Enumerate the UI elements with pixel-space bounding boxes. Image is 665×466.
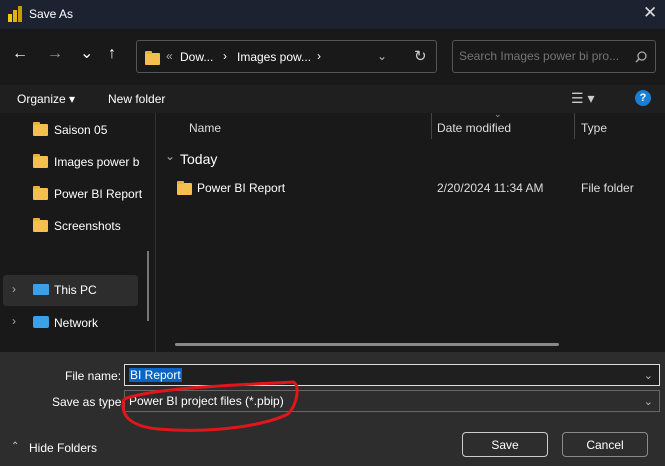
sidebar-item-label: Images power b xyxy=(54,155,140,169)
column-header-date-modified[interactable]: Date modified xyxy=(437,121,511,135)
breadcrumb-item[interactable]: Dow... xyxy=(180,50,213,64)
new-folder-button[interactable]: New folder xyxy=(108,92,165,106)
horizontal-scrollbar[interactable] xyxy=(175,343,559,346)
sidebar-item-label: Network xyxy=(54,316,99,330)
navigation-bar: ← → ⌄ ↑ « Dow... › Images pow... › ⌄ ↻ xyxy=(0,29,665,85)
power-bi-icon xyxy=(8,6,22,22)
sort-indicator-icon: ⌄ xyxy=(494,109,502,119)
sidebar-item-label: This PC xyxy=(54,283,97,297)
title-bar: Save As ✕ xyxy=(0,0,665,29)
search-box[interactable] xyxy=(452,40,656,73)
chevron-down-icon[interactable]: ⌄ xyxy=(644,395,653,408)
hide-folders-button[interactable]: Hide Folders xyxy=(29,441,97,455)
folder-icon xyxy=(177,180,192,195)
sidebar-scrollbar[interactable] xyxy=(147,251,149,321)
breadcrumb-item[interactable]: Images pow... xyxy=(237,50,311,64)
command-bar: Organize ▾ New folder ☰ ▾ ? xyxy=(0,85,665,113)
refresh-button[interactable]: ↻ xyxy=(414,47,427,65)
chevron-down-icon[interactable]: ⌄ xyxy=(644,369,653,382)
row-date: 2/20/2024 11:34 AM xyxy=(437,181,544,195)
search-input[interactable] xyxy=(459,49,629,63)
expand-chevron-icon[interactable]: › xyxy=(12,282,16,296)
forward-button[interactable]: → xyxy=(47,45,63,63)
recent-locations-button[interactable]: ⌄ xyxy=(80,43,93,63)
sidebar-item-network[interactable]: › Network xyxy=(3,307,138,338)
view-options-button[interactable]: ☰ ▾ xyxy=(571,90,594,107)
sidebar-item-screenshots[interactable]: Screenshots xyxy=(33,216,121,236)
row-type: File folder xyxy=(581,181,634,195)
folder-icon xyxy=(33,186,48,200)
sidebar-item-this-pc[interactable]: › This PC xyxy=(3,275,138,306)
chevron-down-icon[interactable]: ⌄ xyxy=(377,49,387,63)
file-list: Name Date modified ⌄ Type ⌄ Today Power … xyxy=(157,109,665,353)
close-icon[interactable]: ✕ xyxy=(643,3,657,23)
save-button[interactable]: Save xyxy=(462,432,548,457)
sidebar-item-label: Power BI Report xyxy=(54,187,143,201)
column-header-name[interactable]: Name xyxy=(189,121,221,135)
folder-icon xyxy=(33,122,48,136)
back-button[interactable]: ← xyxy=(12,45,28,63)
main-area: Saison 05 Images power b Power BI Report… xyxy=(0,109,665,353)
breadcrumb-separator[interactable]: › xyxy=(317,49,321,63)
folder-icon xyxy=(145,50,160,65)
folder-icon xyxy=(33,218,48,232)
address-bar[interactable]: « Dow... › Images pow... › ⌄ ↻ xyxy=(136,40,437,73)
help-button[interactable]: ? xyxy=(635,90,651,106)
breadcrumb-overflow[interactable]: « xyxy=(166,49,173,63)
column-header-type[interactable]: Type xyxy=(581,121,607,135)
file-name-label: File name: xyxy=(65,369,122,383)
folder-icon xyxy=(33,154,48,168)
cancel-button[interactable]: Cancel xyxy=(562,432,648,457)
divider xyxy=(155,113,156,353)
red-annotation-circle xyxy=(121,380,299,432)
sidebar-item-label: Saison 05 xyxy=(54,123,108,137)
group-header-today[interactable]: Today xyxy=(180,151,217,167)
save-as-type-label: Save as type: xyxy=(52,395,125,409)
divider xyxy=(431,113,432,139)
sidebar-item-saison-05[interactable]: Saison 05 xyxy=(33,120,107,140)
expand-chevron-icon[interactable]: › xyxy=(12,314,16,328)
sidebar-item-images-power-bi[interactable]: Images power b xyxy=(33,152,139,172)
computer-icon xyxy=(33,284,49,295)
sidebar-item-power-bi-report[interactable]: Power BI Report xyxy=(33,184,142,204)
sidebar: Saison 05 Images power b Power BI Report… xyxy=(0,113,157,353)
save-panel: File name: BI Report ⌄ Save as type: Pow… xyxy=(0,352,665,466)
organize-button[interactable]: Organize ▾ xyxy=(17,92,75,106)
group-collapse-icon[interactable]: ⌄ xyxy=(165,149,175,163)
window-title: Save As xyxy=(29,7,74,21)
network-icon xyxy=(33,316,49,328)
up-button[interactable]: ↑ xyxy=(108,45,116,63)
table-row[interactable]: Power BI Report 2/20/2024 11:34 AM File … xyxy=(172,176,662,198)
search-icon xyxy=(635,51,647,63)
row-name: Power BI Report xyxy=(197,181,286,195)
sidebar-item-label: Screenshots xyxy=(54,219,121,233)
divider xyxy=(574,113,575,139)
chevron-up-icon[interactable]: ⌃ xyxy=(11,441,19,452)
breadcrumb-separator[interactable]: › xyxy=(223,49,227,63)
